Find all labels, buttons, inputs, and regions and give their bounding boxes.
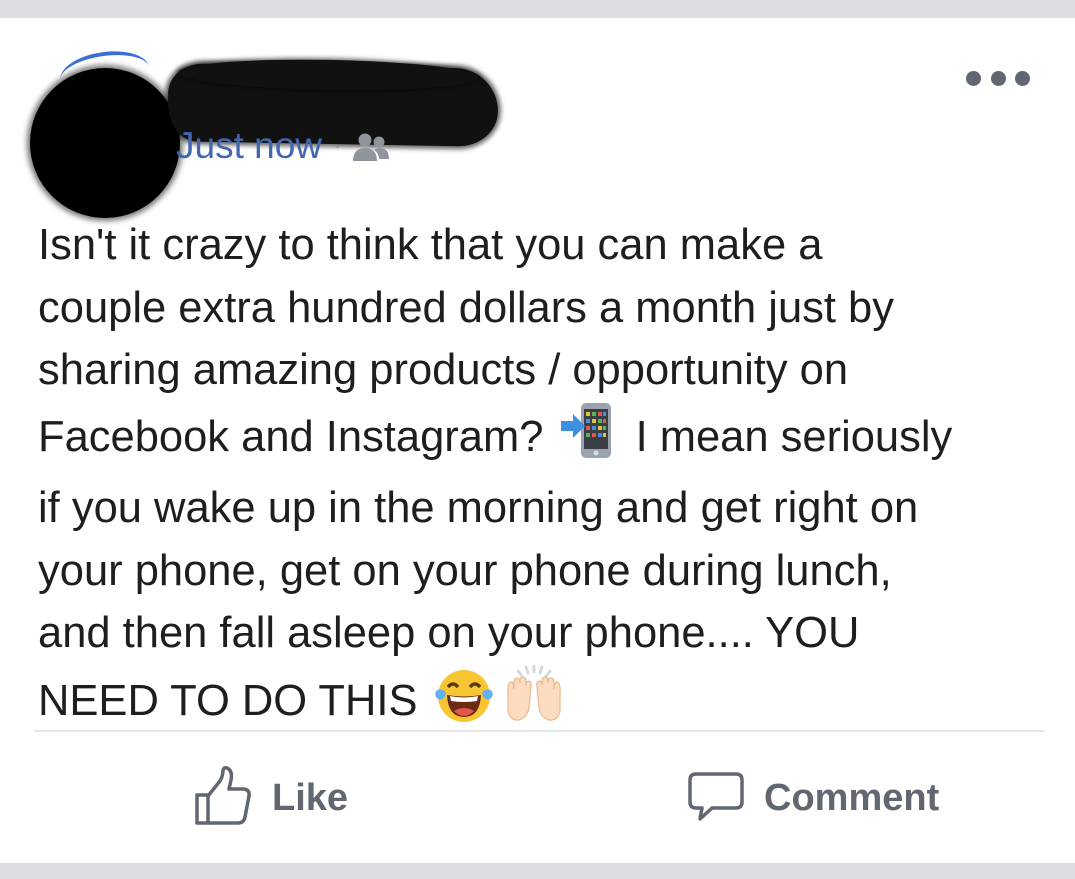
more-options-button[interactable]	[966, 64, 1030, 92]
more-dot	[990, 70, 1006, 86]
post-text-line: couple extra hundred dollars a month jus…	[38, 283, 895, 332]
divider	[34, 730, 1044, 732]
thumbs-up-icon	[192, 765, 254, 832]
meta-separator: ·	[334, 133, 342, 158]
post-text-line: NEED TO DO THIS	[38, 676, 418, 725]
like-label: Like	[272, 776, 349, 819]
post-text-line: Isn't it crazy to think that you can mak…	[38, 221, 823, 269]
post-text-line: and then fall asleep on your phone.... Y…	[38, 609, 860, 657]
mobile-phone-arrow-emoji	[559, 402, 619, 478]
comment-button[interactable]: Comment	[686, 766, 939, 830]
post-text-line: Facebook and Instagram?	[38, 412, 544, 461]
post-timestamp[interactable]: Just now	[176, 125, 322, 167]
like-button[interactable]: Like	[192, 765, 349, 832]
post-text-line: if you wake up in the morning and get ri…	[38, 484, 919, 532]
friends-icon[interactable]	[351, 131, 391, 165]
post-meta: Just now ·	[176, 120, 391, 172]
post-text-line: your phone, get on your phone during lun…	[38, 546, 892, 595]
comment-label: Comment	[764, 776, 940, 819]
speech-bubble-icon	[686, 766, 746, 831]
post-card: Just now · Isn't it crazy to think that …	[0, 18, 1075, 863]
more-dot	[1015, 70, 1030, 86]
more-dot	[966, 70, 981, 86]
post-text: Isn't it crazy to think that you can mak…	[38, 214, 1043, 742]
post-text-line: sharing amazing products / opportunity o…	[38, 346, 849, 394]
post-text-line: I mean seriously	[635, 412, 953, 461]
